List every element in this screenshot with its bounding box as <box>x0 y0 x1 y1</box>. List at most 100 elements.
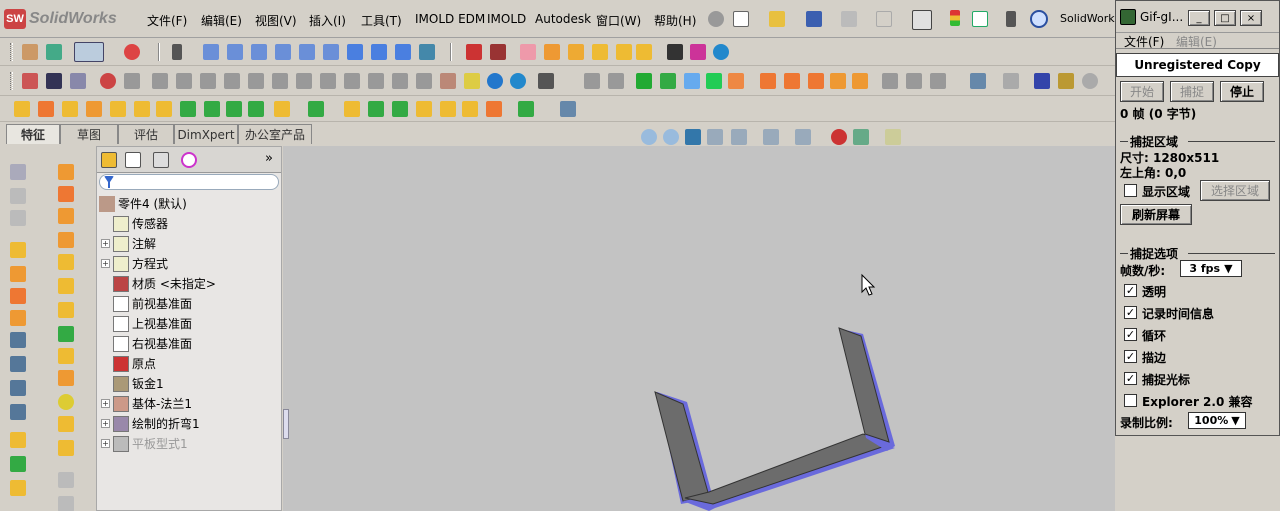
normal-to-icon[interactable] <box>172 44 182 60</box>
save-icon[interactable] <box>806 11 822 27</box>
tree-item[interactable]: + 平板型式1 <box>101 434 188 453</box>
menu-view[interactable]: 视图(V) <box>255 12 297 29</box>
shut-off-icon[interactable] <box>660 73 676 89</box>
scale-select[interactable]: 100% ▼ <box>1188 412 1246 429</box>
zoom-icon[interactable] <box>487 73 503 89</box>
tool-icon[interactable] <box>58 254 74 270</box>
hole-icon[interactable] <box>248 101 264 117</box>
view-orientation-icon[interactable] <box>731 129 747 145</box>
tree-collapse-icon[interactable]: » <box>265 151 273 166</box>
section-view-icon[interactable] <box>707 129 723 145</box>
deform-icon[interactable] <box>440 101 456 117</box>
sweep-icon[interactable] <box>62 101 78 117</box>
tree-item[interactable]: +钣金1 <box>101 374 164 393</box>
indent-icon[interactable] <box>392 101 408 117</box>
tooling-icon[interactable] <box>760 73 776 89</box>
panel-resize-handle[interactable] <box>283 409 289 439</box>
tooling-icon[interactable] <box>808 73 824 89</box>
menu-insert[interactable]: 插入(I) <box>309 12 346 29</box>
expand-toggle[interactable]: + <box>101 259 110 268</box>
tree-item[interactable]: +原点 <box>101 354 156 373</box>
menu-file[interactable]: 文件(F) <box>147 12 187 29</box>
fillet-icon[interactable] <box>134 101 150 117</box>
paste-icon[interactable] <box>464 73 480 89</box>
weldment-icon[interactable] <box>568 44 584 60</box>
tool-icon[interactable] <box>58 370 74 386</box>
view-isometric-icon[interactable] <box>347 44 363 60</box>
wrap-icon[interactable] <box>274 101 290 117</box>
menu-imold-edm[interactable]: IMOLD EDM <box>415 12 485 26</box>
section-view-icon[interactable] <box>1034 73 1050 89</box>
feature-icon[interactable] <box>10 164 26 180</box>
search-icon[interactable] <box>1030 10 1048 28</box>
view-trimetric-icon[interactable] <box>371 44 387 60</box>
option-checkbox[interactable]: ✓ <box>1124 350 1137 363</box>
fold-icon[interactable] <box>10 404 26 420</box>
design-table-icon[interactable] <box>690 44 706 60</box>
reference-geometry-icon[interactable] <box>486 101 502 117</box>
capture-button[interactable]: 捕捉 <box>1170 81 1214 102</box>
view-back-icon[interactable] <box>227 44 243 60</box>
chamfer-icon[interactable] <box>156 101 172 117</box>
view-top-icon[interactable] <box>299 44 315 60</box>
tool-icon[interactable] <box>58 208 74 224</box>
tool-icon[interactable] <box>58 394 74 410</box>
tool-icon[interactable] <box>58 278 74 294</box>
tool-icon[interactable] <box>58 440 74 456</box>
web-icon[interactable] <box>713 44 729 60</box>
measure-icon[interactable] <box>970 73 986 89</box>
configuration-manager-tab-icon[interactable] <box>153 152 169 168</box>
undercut-icon[interactable] <box>728 73 744 89</box>
calculator-icon[interactable] <box>538 73 554 89</box>
instant3d-icon[interactable] <box>560 101 576 117</box>
freeform-icon[interactable] <box>462 101 478 117</box>
tool-icon[interactable] <box>58 416 74 432</box>
tree-filter-input[interactable] <box>99 174 279 190</box>
view-bottom-icon[interactable] <box>323 44 339 60</box>
tooling-icon[interactable] <box>830 73 846 89</box>
shell-icon[interactable] <box>180 101 196 117</box>
draft-icon[interactable] <box>226 101 242 117</box>
flatten-icon[interactable] <box>10 432 26 448</box>
print-preview-icon[interactable] <box>667 44 683 60</box>
print-icon[interactable] <box>841 11 857 27</box>
toolbar-grip[interactable] <box>10 43 13 61</box>
view-left-icon[interactable] <box>251 44 267 60</box>
expand-toggle[interactable]: + <box>101 239 110 248</box>
sheet-metal-icon[interactable] <box>544 44 560 60</box>
previous-view-icon[interactable] <box>685 129 701 145</box>
edit-appearance-icon[interactable] <box>831 129 847 145</box>
tool-icon[interactable] <box>58 186 74 202</box>
features-icon[interactable] <box>22 44 38 60</box>
appearance-icon[interactable] <box>124 44 140 60</box>
info-icon[interactable] <box>510 73 526 89</box>
show-area-checkbox[interactable] <box>1124 184 1137 197</box>
hide-show-items-icon[interactable] <box>795 129 811 145</box>
menu-window[interactable]: 窗口(W) <box>596 12 641 29</box>
maximize-button[interactable]: □ <box>1214 10 1236 26</box>
feature-icon[interactable] <box>10 188 26 204</box>
view-right-icon[interactable] <box>275 44 291 60</box>
dome-icon[interactable] <box>368 101 384 117</box>
loft-icon[interactable] <box>86 101 102 117</box>
rebuild-traffic-light-icon[interactable] <box>950 10 960 26</box>
mass-properties-icon[interactable] <box>1003 73 1019 89</box>
display-style-icon[interactable] <box>763 129 779 145</box>
save-as-icon[interactable] <box>46 73 62 89</box>
tab-office-products[interactable]: 办公室产品 <box>238 124 312 144</box>
fps-select[interactable]: 3 fps ▼ <box>1180 260 1242 277</box>
tree-item[interactable]: + 注解 <box>101 234 156 253</box>
tab-dimxpert[interactable]: DimXpert <box>174 124 238 144</box>
apply-scene-icon[interactable] <box>853 129 869 145</box>
drawing-icon[interactable] <box>466 44 482 60</box>
tab-evaluate[interactable]: 评估 <box>118 124 174 144</box>
view-dimetric-icon[interactable] <box>395 44 411 60</box>
doc-properties-icon[interactable] <box>22 73 38 89</box>
tool-icon[interactable] <box>58 302 74 318</box>
pin-icon[interactable] <box>708 11 724 27</box>
close-button[interactable]: × <box>1240 10 1262 26</box>
menu-imold[interactable]: IMOLD <box>487 12 526 26</box>
undo-icon[interactable] <box>876 11 892 27</box>
feature-icon[interactable] <box>10 210 26 226</box>
split-icon[interactable] <box>684 73 700 89</box>
